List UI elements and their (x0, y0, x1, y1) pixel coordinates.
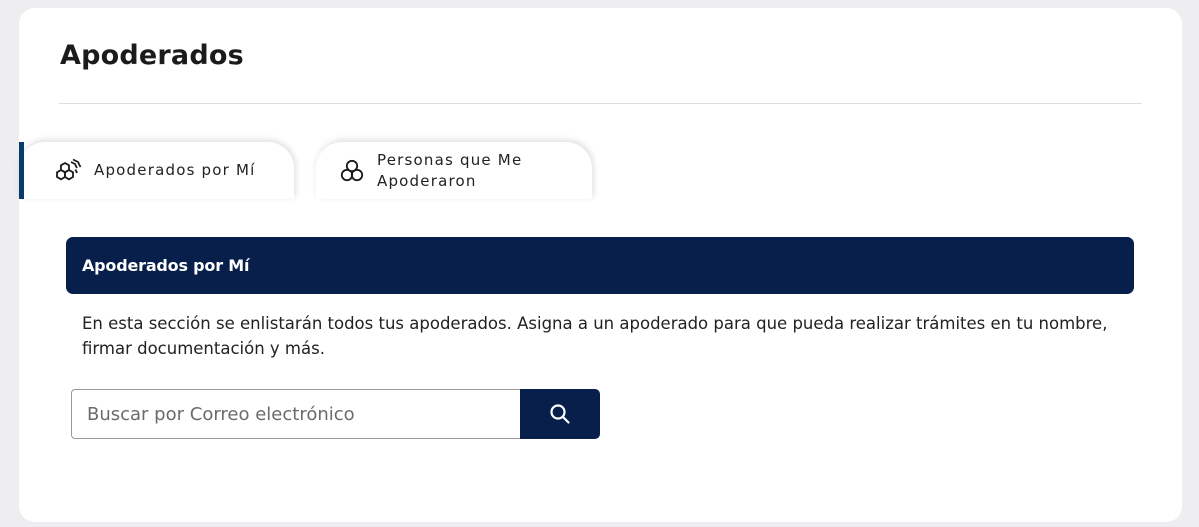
main-card: Apoderados Apoderados por Mí Personas qu… (19, 8, 1182, 522)
tab-personas-que-me-apoderaron[interactable]: Personas que Me Apoderaron (316, 142, 592, 199)
hexagon-cluster-icon (53, 156, 85, 186)
search-input[interactable] (71, 389, 520, 439)
section-description: En esta sección se enlistarán todos tus … (82, 314, 1108, 358)
search-icon (549, 403, 571, 425)
tab-apoderados-por-mi[interactable]: Apoderados por Mí (19, 142, 294, 199)
circles-cluster-icon (336, 156, 368, 186)
title-divider (59, 103, 1142, 104)
tab-label: Apoderados por Mí (94, 161, 256, 179)
search-button[interactable] (520, 389, 600, 439)
search-bar (71, 389, 600, 439)
section-title: Apoderados por Mí (82, 256, 250, 275)
tab-label: Personas que Me Apoderaron (377, 150, 523, 190)
page-title: Apoderados (60, 40, 244, 71)
section-header: Apoderados por Mí (66, 237, 1134, 294)
